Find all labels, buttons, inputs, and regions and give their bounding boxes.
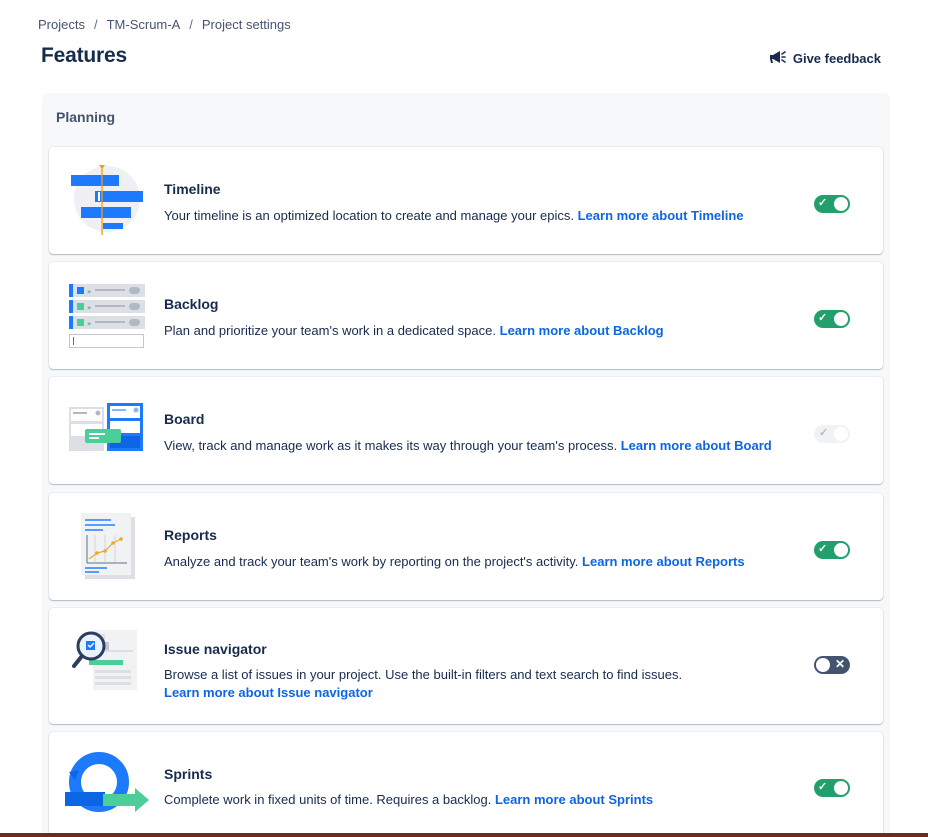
feature-card-issue-navigator: Issue navigator Browse a list of issues …: [49, 608, 883, 724]
give-feedback-label: Give feedback: [792, 51, 881, 66]
close-icon: ✕: [834, 657, 845, 671]
feature-description: Plan and prioritize your team's work in …: [164, 323, 664, 338]
feature-title: Board: [164, 411, 205, 427]
learn-more-link[interactable]: Learn more about Reports: [582, 554, 745, 569]
page-title: Features: [41, 44, 127, 67]
feature-card-sprints: Sprints Complete work in fixed units of …: [49, 732, 883, 837]
feature-title: Reports: [164, 527, 217, 543]
learn-more-link[interactable]: Learn more about Sprints: [495, 792, 653, 807]
sprints-illustration: [63, 750, 149, 830]
feature-card-backlog: » » » Backlog Plan and prioritize your t…: [49, 262, 883, 369]
section-title: Planning: [56, 109, 116, 125]
feature-card-board: Board View, track and manage work as it …: [49, 377, 883, 484]
breadcrumb-separator: /: [93, 17, 98, 32]
breadcrumb-project[interactable]: TM-Scrum-A: [107, 17, 181, 32]
feature-description: Your timeline is an optimized location t…: [164, 208, 744, 223]
svg-text:»: »: [87, 288, 91, 296]
sprints-toggle[interactable]: ✓: [814, 779, 850, 797]
feature-title: Issue navigator: [164, 641, 267, 657]
check-icon: ✓: [818, 197, 828, 209]
backlog-illustration: » » »: [65, 284, 149, 364]
learn-more-link[interactable]: Learn more about Board: [621, 438, 772, 453]
issue-navigator-toggle[interactable]: ✕: [814, 656, 850, 674]
feature-description: Complete work in fixed units of time. Re…: [164, 792, 654, 807]
breadcrumb: Projects / TM-Scrum-A / Project settings: [38, 17, 291, 32]
feature-description: Analyze and track your team's work by re…: [164, 554, 745, 569]
feature-title: Backlog: [164, 296, 219, 312]
board-illustration: [65, 403, 149, 483]
feature-card-reports: Reports Analyze and track your team's wo…: [49, 493, 883, 600]
feature-title: Sprints: [164, 766, 213, 782]
breadcrumb-project-settings[interactable]: Project settings: [202, 17, 291, 32]
feature-description: View, track and manage work as it makes …: [164, 438, 772, 453]
svg-text:»: »: [87, 304, 91, 312]
issue-navigator-illustration: [65, 626, 149, 706]
check-icon: ✓: [818, 781, 828, 793]
feature-card-timeline: Timeline Your timeline is an optimized l…: [49, 147, 883, 254]
breadcrumb-projects[interactable]: Projects: [38, 17, 85, 32]
reports-toggle[interactable]: ✓: [814, 541, 850, 559]
check-icon: ✓: [818, 543, 828, 555]
timeline-illustration: [65, 165, 149, 245]
megaphone-icon: [767, 47, 787, 70]
svg-text:»: »: [87, 320, 91, 328]
check-icon: ✓: [818, 312, 828, 324]
planning-section: Planning Timeline Your timeline is an op…: [42, 93, 890, 837]
timeline-toggle[interactable]: ✓: [814, 195, 850, 213]
board-toggle[interactable]: ✓: [814, 425, 850, 443]
learn-more-link[interactable]: Learn more about Timeline: [578, 208, 744, 223]
learn-more-link[interactable]: Learn more about Backlog: [500, 323, 664, 338]
learn-more-link[interactable]: Learn more about Issue navigator: [164, 685, 373, 700]
feature-description: Browse a list of issues in your project.…: [164, 667, 683, 700]
backlog-toggle[interactable]: ✓: [814, 310, 850, 328]
breadcrumb-separator: /: [189, 17, 193, 32]
feature-title: Timeline: [164, 181, 221, 197]
check-icon: ✓: [819, 427, 829, 439]
give-feedback-button[interactable]: Give feedback: [767, 47, 881, 70]
window-bottom-edge: [0, 833, 928, 837]
reports-illustration: [65, 513, 149, 593]
